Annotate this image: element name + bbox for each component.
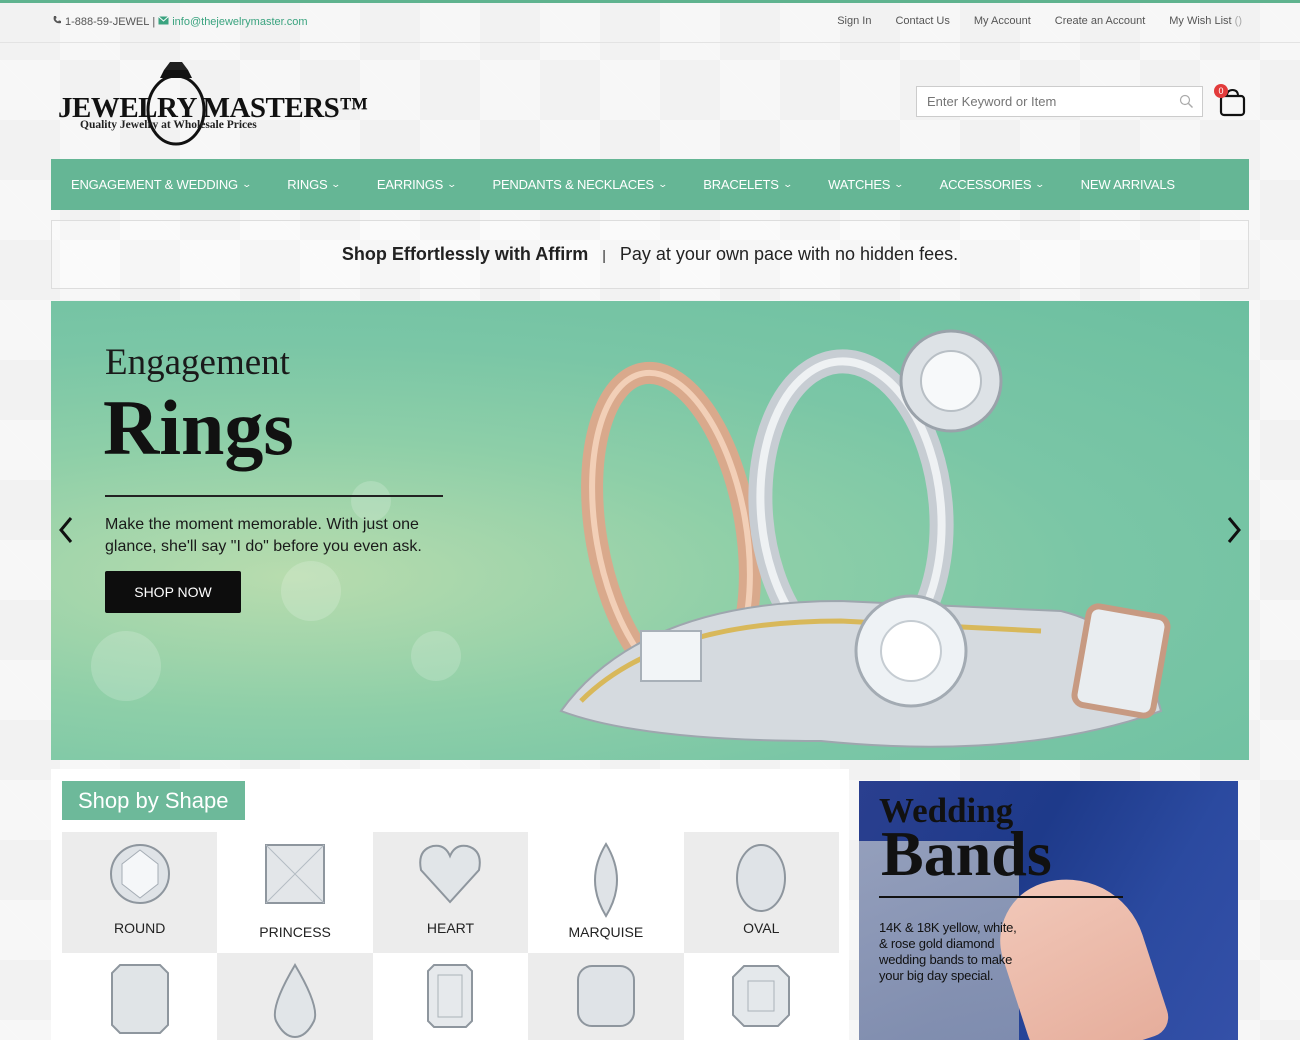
shop-by-shape-panel: Shop by Shape ROUND PRINCESS HEART MARQU… xyxy=(51,769,849,1040)
sign-in-link[interactable]: Sign In xyxy=(837,15,871,27)
rings-hero-image xyxy=(559,329,1171,748)
chevron-down-icon: ⌄ xyxy=(241,179,252,189)
brand-tagline: Quality Jewelry at Wholesale Prices xyxy=(80,119,257,131)
shape-princess[interactable]: PRINCESS xyxy=(217,832,372,953)
cart-button[interactable]: 0 xyxy=(1214,84,1248,117)
shape-label: PRINCESS xyxy=(259,924,331,940)
wish-list-count: () xyxy=(1234,15,1242,27)
shape-label: OVAL xyxy=(743,920,780,936)
shape-label: MARQUISE xyxy=(568,924,644,940)
create-account-link[interactable]: Create an Account xyxy=(1055,15,1146,27)
nav-label: PENDANTS & NECKLACES xyxy=(492,177,654,192)
nav-label: ACCESSORIES xyxy=(939,177,1032,192)
contact-separator: | xyxy=(152,15,156,28)
shape-round[interactable]: ROUND xyxy=(62,832,218,953)
shape-radiant[interactable] xyxy=(62,953,217,1040)
nav-accessories[interactable]: ACCESSORIES ⌄ xyxy=(939,177,1046,192)
cushion-diamond-icon xyxy=(576,965,635,1027)
chevron-down-icon: ⌄ xyxy=(331,179,342,189)
wish-list-label: My Wish List xyxy=(1169,15,1232,27)
oval-diamond-icon xyxy=(736,844,787,912)
nav-label: EARRINGS xyxy=(376,177,444,192)
wedding-description: 14K & 18K yellow, white, & rose gold dia… xyxy=(879,920,1017,983)
shape-grid: ROUND PRINCESS HEART MARQUISE OVAL xyxy=(62,832,839,1040)
utility-bar: 1-888-59-JEWEL | info@thejewelrymaster.c… xyxy=(0,3,1300,43)
shape-oval[interactable]: OVAL xyxy=(683,832,839,953)
nav-label: RINGS xyxy=(287,177,328,192)
pear-diamond-icon xyxy=(274,963,317,1039)
shape-cushion[interactable] xyxy=(528,953,684,1040)
shape-marquise[interactable]: MARQUISE xyxy=(528,832,683,953)
wedding-divider xyxy=(879,896,1123,898)
slider-next-icon[interactable] xyxy=(1225,515,1243,553)
slider-prev-icon[interactable] xyxy=(57,515,75,553)
shape-label: ROUND xyxy=(114,920,166,936)
chevron-down-icon: ⌄ xyxy=(893,179,905,189)
contact-info: 1-888-59-JEWEL | info@thejewelrymaster.c… xyxy=(52,15,308,28)
search-box xyxy=(916,86,1203,117)
marquise-diamond-icon xyxy=(593,842,618,918)
main-nav: ENGAGEMENT & WEDDING ⌄ RINGS ⌄ EARRINGS ⌄ P… xyxy=(51,159,1249,210)
wedding-title-large: Bands xyxy=(881,818,1052,889)
nav-label: BRACELETS xyxy=(703,177,779,192)
affirm-banner[interactable]: Shop Effortlessly with Affirm | Pay at y… xyxy=(51,220,1249,289)
nav-label: NEW ARRIVALS xyxy=(1080,177,1175,192)
heart-diamond-icon xyxy=(419,844,482,904)
radiant-diamond-icon xyxy=(110,964,169,1034)
nav-bracelets[interactable]: BRACELETS ⌄ xyxy=(703,177,793,192)
wish-list-link[interactable]: My Wish List () xyxy=(1169,15,1242,27)
hero-title-small: Engagement xyxy=(105,342,290,383)
nav-new-arrivals[interactable]: NEW ARRIVALS xyxy=(1081,177,1175,192)
account-links: Sign In Contact Us My Account Create an … xyxy=(837,15,1242,27)
phone-number[interactable]: 1-888-59-JEWEL xyxy=(65,16,149,28)
bokeh-light xyxy=(281,561,341,621)
email-icon xyxy=(158,15,170,28)
hero-description: Make the moment memorable. With just one… xyxy=(105,516,422,555)
site-logo[interactable]: JEWELRY MASTERS™ Quality Jewelry at Whol… xyxy=(56,58,368,150)
nav-earrings[interactable]: EARRINGS ⌄ xyxy=(376,177,458,192)
chevron-down-icon: ⌄ xyxy=(446,179,458,189)
round-diamond-icon xyxy=(109,844,170,904)
my-account-link[interactable]: My Account xyxy=(974,15,1031,27)
phone-icon xyxy=(52,15,62,28)
hero-slider: Engagement Rings Make the moment memorab… xyxy=(51,301,1249,760)
email-link[interactable]: info@thejewelrymaster.com xyxy=(172,16,307,28)
princess-diamond-icon xyxy=(265,844,326,904)
shop-now-button[interactable]: SHOP NOW xyxy=(105,571,241,613)
chevron-down-icon: ⌄ xyxy=(657,179,668,189)
search-icon[interactable] xyxy=(1179,94,1194,114)
shape-label: HEART xyxy=(426,920,475,936)
nav-watches[interactable]: WATCHES ⌄ xyxy=(828,177,905,192)
asscher-diamond-icon xyxy=(732,965,791,1027)
shape-emerald[interactable] xyxy=(373,953,528,1040)
shop-by-shape-title: Shop by Shape xyxy=(62,781,245,820)
nav-label: WATCHES xyxy=(828,177,891,192)
shape-heart[interactable]: HEART xyxy=(372,832,529,953)
nav-label: ENGAGEMENT & WEDDING xyxy=(71,177,238,192)
nav-rings[interactable]: RINGS ⌄ xyxy=(287,177,342,192)
chevron-down-icon: ⌄ xyxy=(782,179,793,189)
shape-asscher[interactable] xyxy=(684,953,839,1040)
hero-title-large: Rings xyxy=(103,384,294,471)
emerald-diamond-icon xyxy=(427,964,474,1028)
affirm-separator: | xyxy=(602,246,606,263)
search-input[interactable] xyxy=(917,94,1167,109)
affirm-text: Pay at your own pace with no hidden fees… xyxy=(619,244,959,264)
affirm-headline: Shop Effortlessly with Affirm xyxy=(341,244,589,264)
cart-count-badge: 0 xyxy=(1214,84,1228,98)
bokeh-light xyxy=(91,631,161,701)
nav-pendants-necklaces[interactable]: PENDANTS & NECKLACES ⌄ xyxy=(492,177,668,192)
nav-engagement-wedding[interactable]: ENGAGEMENT & WEDDING ⌄ xyxy=(71,177,252,192)
bokeh-light xyxy=(411,631,461,681)
contact-us-link[interactable]: Contact Us xyxy=(895,15,949,27)
hero-divider xyxy=(105,495,443,497)
wedding-bands-promo[interactable]: Wedding Bands 14K & 18K yellow, white, &… xyxy=(859,781,1238,1040)
chevron-down-icon: ⌄ xyxy=(1034,179,1046,189)
shape-pear[interactable] xyxy=(217,953,373,1040)
